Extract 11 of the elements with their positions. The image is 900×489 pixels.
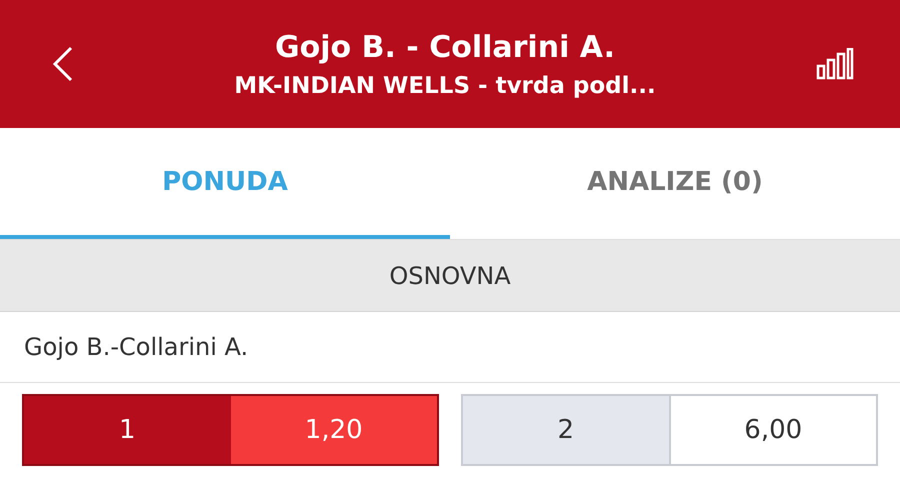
odds-button[interactable]: 1 1,20 (22, 394, 439, 466)
odds-button[interactable]: 2 6,00 (461, 394, 878, 466)
statistics-icon[interactable] (816, 48, 854, 80)
section-title: OSNOVNA (389, 262, 511, 290)
outcome-label: 2 (463, 396, 670, 464)
tournament-subtitle: MK-INDIAN WELLS - tvrda podl... (233, 72, 657, 98)
market-title: Gojo B.-Collarini A. (0, 312, 900, 383)
match-title: Gojo B. - Collarini A. (274, 30, 616, 64)
outcome-label: 1 (24, 396, 230, 464)
back-icon[interactable] (52, 46, 74, 82)
odds-value: 1,20 (230, 396, 437, 464)
